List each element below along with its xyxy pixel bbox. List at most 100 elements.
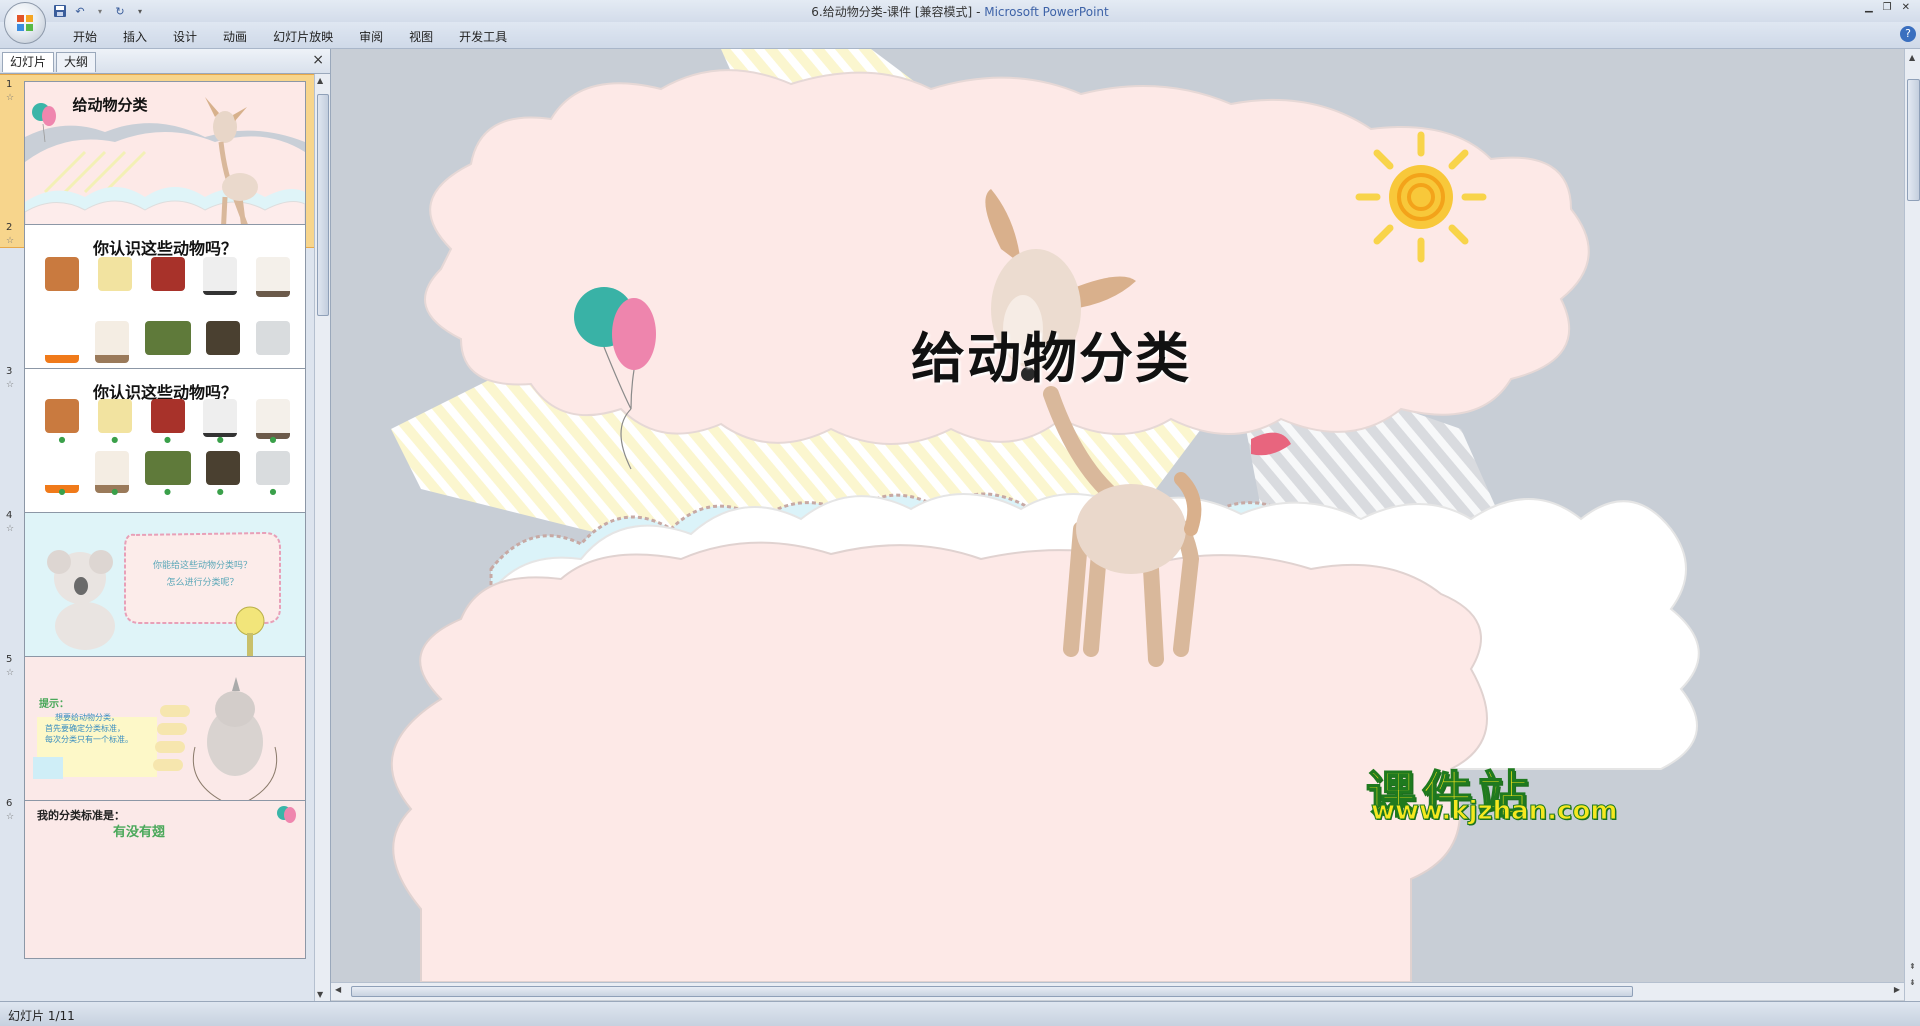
vertical-scrollbar[interactable]: ▲ ⇞ ⇟ [1904, 49, 1920, 1001]
scrollbar-thumb[interactable] [351, 986, 1633, 997]
marker-dot-icon: ● [58, 487, 66, 496]
undo-dropdown-icon[interactable]: ▾ [92, 3, 108, 19]
undo-icon[interactable]: ↶ [72, 3, 88, 19]
slide-thumbnail-6[interactable]: 6 ☆ 我的分类标准是： 有没有翅 [0, 794, 314, 966]
slide-4-art [25, 513, 305, 670]
slide-number: 1 [6, 79, 13, 90]
app-name: Microsoft PowerPoint [984, 5, 1109, 19]
save-icon[interactable] [52, 3, 68, 19]
office-logo-icon [17, 15, 33, 31]
scroll-up-icon[interactable]: ▲ [1909, 53, 1915, 62]
deer-image [144, 451, 191, 485]
document-name: 6.给动物分类-课件 [兼容模式] [811, 5, 973, 19]
office-button[interactable] [4, 2, 46, 44]
slides-pane-scrollbar[interactable]: ▲ ▼ [314, 74, 330, 1001]
customize-toolbar-icon[interactable]: ▾ [132, 3, 148, 19]
title-separator: - [972, 5, 985, 19]
status-bar: 幻灯片 1/11 [0, 1001, 1920, 1026]
animation-star-icon: ☆ [6, 236, 15, 246]
marker-dot-icon: ● [269, 435, 277, 444]
ant-image [203, 257, 238, 295]
slide-2-title: 你认识这些动物吗？ [92, 239, 237, 258]
slide-canvas[interactable] [331, 49, 1904, 982]
tab-slideshow[interactable]: 幻灯片放映 [260, 28, 346, 45]
tab-animations[interactable]: 动画 [210, 28, 260, 45]
tab-outline[interactable]: 大纲 [56, 52, 97, 72]
marker-dot-icon: ● [216, 487, 224, 496]
animal-row [45, 399, 290, 439]
close-window-icon[interactable]: ✕ [1902, 2, 1910, 13]
slide-6-sub: 有没有翅 [113, 825, 166, 840]
tab-developer[interactable]: 开发工具 [446, 28, 520, 45]
dog-image [45, 399, 79, 433]
slide-count-status: 幻灯片 1/11 [8, 1009, 75, 1023]
window-title: 6.给动物分类-课件 [兼容模式] - Microsoft PowerPoint [0, 3, 1920, 20]
window-controls: ▁ ❐ ✕ [1865, 2, 1910, 13]
marker-dot-icon: ● [164, 435, 171, 444]
close-pane-icon[interactable]: × [312, 52, 324, 68]
goldfish-image [45, 321, 79, 363]
slide-5-text-block: 想要给动物分类， 首先要确定分类标准， 每次分类只有一个标准。 [45, 712, 133, 745]
slide-number: 3 [6, 366, 13, 377]
worm-image [256, 399, 290, 439]
marker-dot-icon: ● [58, 435, 66, 444]
slide-5-text3: 每次分类只有一个标准。 [45, 735, 133, 744]
worm-image [256, 257, 290, 297]
scrollbar-thumb[interactable] [317, 94, 329, 316]
slide-5-text2: 首先要确定分类标准， [45, 724, 125, 733]
deer-image [144, 321, 191, 355]
animation-star-icon: ☆ [6, 380, 15, 390]
marker-row: ● ● ● ● ● [45, 487, 290, 496]
animation-star-icon: ☆ [6, 93, 15, 103]
watermark-url: www.kjzhan.com [1370, 796, 1618, 827]
redo-icon[interactable]: ↻ [112, 3, 128, 19]
slide-5-text1: 想要给动物分类， [55, 713, 119, 722]
dog-image [45, 257, 79, 291]
next-slide-icon[interactable]: ⇟ [1909, 978, 1916, 987]
slide-number: 5 [6, 654, 13, 665]
slide-5-hint: 提示： [39, 699, 69, 710]
slide-number: 6 [6, 798, 13, 809]
slide-1-title: 给动物分类 [72, 96, 148, 114]
slide-6-title: 我的分类标准是： [37, 809, 125, 822]
horizontal-scrollbar[interactable]: ◀ ▶ [331, 982, 1904, 1000]
animal-row [45, 321, 290, 363]
restore-icon[interactable]: ❐ [1883, 2, 1892, 13]
marker-dot-icon: ● [269, 487, 277, 496]
tab-view[interactable]: 视图 [396, 28, 446, 45]
sun-icon [1355, 131, 1487, 263]
rooster-image [150, 257, 185, 291]
help-icon[interactable]: ? [1900, 26, 1916, 42]
marker-dot-icon: ● [216, 435, 224, 444]
previous-slide-icon[interactable]: ⇞ [1909, 962, 1916, 971]
slide-title[interactable]: 给动物分类 [851, 314, 1251, 393]
butterfly-image [97, 399, 132, 433]
tab-insert[interactable]: 插入 [110, 28, 160, 45]
slide-number: 2 [6, 222, 13, 233]
scrollbar-thumb[interactable] [1907, 79, 1920, 201]
marker-dot-icon: ● [164, 487, 171, 496]
slide-preview: 提示： 想要给动物分类， 首先要确定分类标准， 每次分类只有一个标准。 [24, 656, 306, 815]
marker-dot-icon: ● [111, 435, 119, 444]
shell-image [256, 321, 290, 355]
scroll-right-icon[interactable]: ▶ [1894, 985, 1900, 994]
tab-home[interactable]: 开始 [60, 28, 110, 45]
bird-image [206, 321, 241, 355]
slides-pane: 幻灯片 大纲 × 1 ☆ 给动物分类 2 ☆ 你认识这些动物吗？ 3 ☆ 你认识… [0, 49, 331, 1001]
quick-access-toolbar: ↶ ▾ ↻ ▾ [52, 3, 148, 19]
ant-image [203, 399, 238, 437]
butterfly-image [97, 257, 132, 291]
scroll-left-icon[interactable]: ◀ [335, 985, 341, 994]
animation-star-icon: ☆ [6, 812, 15, 822]
minimize-icon[interactable]: ▁ [1865, 2, 1873, 13]
balloon-icon [277, 806, 296, 823]
scroll-down-icon[interactable]: ▼ [317, 990, 323, 999]
scroll-up-icon[interactable]: ▲ [317, 76, 323, 85]
tab-design[interactable]: 设计 [160, 28, 210, 45]
bird-image [206, 451, 241, 485]
slide-preview: 你能给这些动物分类吗？ 怎么进行分类呢？ [24, 512, 306, 671]
marker-dot-icon: ● [111, 487, 119, 496]
tab-slides[interactable]: 幻灯片 [2, 52, 55, 72]
animation-star-icon: ☆ [6, 524, 15, 534]
tab-review[interactable]: 审阅 [346, 28, 396, 45]
